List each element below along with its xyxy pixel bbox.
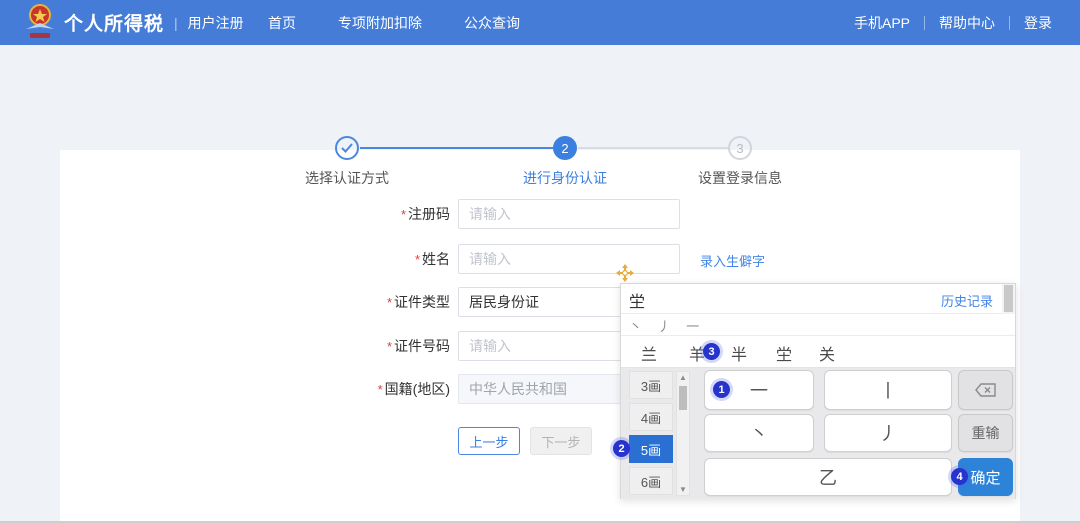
typed-strokes-text: 丶 丿 一	[629, 316, 705, 335]
login-link[interactable]: 登录	[1024, 13, 1052, 33]
stroke-count-5-selected[interactable]: 5画	[629, 435, 673, 463]
progress-stepper: 选择认证方式 2 进行身份认证 3 设置登录信息	[0, 60, 1080, 130]
stroke-key-pie[interactable]: 丿	[824, 414, 952, 452]
step-choose-auth-method: 选择认证方式	[267, 136, 427, 188]
candidate-char-5[interactable]: 关	[819, 341, 835, 365]
ime-preview-row: 坣 历史记录	[621, 284, 1015, 314]
scroll-down-icon[interactable]: ▼	[677, 485, 689, 494]
required-mark: *	[378, 382, 383, 397]
previous-step-button[interactable]: 上一步	[458, 427, 520, 455]
field-label: *姓名	[260, 249, 450, 269]
move-handle-icon[interactable]	[616, 264, 634, 282]
top-navbar: 个人所得税 | 用户注册 首页 专项附加扣除 公众查询 手机APP 帮助中心 登…	[0, 0, 1080, 45]
stroke-count-scrollbar[interactable]: ▲ ▼	[676, 371, 690, 496]
next-step-button-disabled[interactable]: 下一步	[530, 427, 592, 455]
backspace-key[interactable]	[958, 370, 1013, 410]
tutorial-badge-4: 4	[951, 468, 968, 485]
field-label: *证件号码	[260, 336, 450, 356]
form-row-registration-code: *注册码	[60, 199, 1020, 229]
candidate-char-3[interactable]: 半	[731, 341, 747, 365]
required-mark: *	[401, 207, 406, 222]
required-mark: *	[415, 252, 420, 267]
tutorial-badge-3: 3	[703, 343, 720, 360]
nav-item-home[interactable]: 首页	[268, 13, 296, 33]
tax-emblem-logo	[22, 3, 58, 43]
help-center-link[interactable]: 帮助中心	[939, 13, 995, 33]
stroke-key-shu[interactable]: 丨	[824, 370, 952, 410]
stroke-input-ime-panel: 坣 历史记录 丶 丿 一 兰 羊 半 坣 关 3 3画 4画 5画 6画 2 ▲…	[620, 283, 1016, 499]
panel-scrollbar-thumb[interactable]	[1004, 285, 1013, 312]
composed-character-preview: 坣	[629, 288, 645, 312]
registration-code-input[interactable]	[458, 199, 680, 229]
header-right-links: 手机APP 帮助中心 登录	[854, 0, 1052, 45]
stroke-key-zhe[interactable]: 乙	[704, 458, 952, 496]
stroke-count-4[interactable]: 4画	[629, 403, 673, 431]
stroke-count-3[interactable]: 3画	[629, 371, 673, 399]
backspace-icon	[975, 383, 997, 397]
id-type-selected-value: 居民身份证	[469, 292, 539, 312]
stroke-count-scrollbar-thumb[interactable]	[679, 386, 687, 410]
field-label: *证件类型	[260, 292, 450, 312]
stroke-keyboard: 3画 4画 5画 6画 2 ▲ ▼ 一 丨 1 丶 丿 重输 乙 确定 4	[621, 368, 1015, 499]
field-label: *注册码	[260, 204, 450, 224]
stroke-key-dian[interactable]: 丶	[704, 414, 814, 452]
stroke-count-6[interactable]: 6画	[629, 467, 673, 495]
required-mark: *	[387, 339, 392, 354]
step-number-badge: 3	[728, 136, 752, 160]
candidate-char-4[interactable]: 坣	[776, 341, 792, 365]
step-number-badge: 2	[553, 136, 577, 160]
nav-item-special-deduction[interactable]: 专项附加扣除	[338, 13, 422, 33]
nationality-value: 中华人民共和国	[469, 379, 567, 399]
step-set-login-info: 3 设置登录信息	[660, 136, 820, 188]
step-label: 进行身份认证	[485, 168, 645, 188]
nav-item-public-query[interactable]: 公众查询	[464, 13, 520, 33]
step-label: 设置登录信息	[660, 168, 820, 188]
history-record-link[interactable]: 历史记录	[941, 291, 993, 310]
tutorial-badge-1: 1	[713, 381, 730, 398]
panel-scrollbar[interactable]	[1002, 284, 1015, 314]
step-label: 选择认证方式	[267, 168, 427, 188]
candidate-row: 兰 羊 半 坣 关 3	[621, 336, 1015, 368]
typed-strokes-row: 丶 丿 一	[621, 314, 1015, 336]
step-identity-verification: 2 进行身份认证	[485, 136, 645, 188]
title-divider: |	[174, 15, 178, 31]
scroll-up-icon[interactable]: ▲	[677, 373, 689, 382]
page-subtitle: 用户注册	[188, 13, 244, 33]
required-mark: *	[387, 295, 392, 310]
candidate-char-1[interactable]: 兰	[641, 341, 657, 365]
form-row-name: *姓名 录入生僻字	[60, 244, 1020, 274]
app-title: 个人所得税	[64, 9, 164, 36]
mobile-app-link[interactable]: 手机APP	[854, 13, 910, 33]
header-divider	[924, 16, 925, 30]
retype-key[interactable]: 重输	[958, 414, 1013, 452]
check-icon	[335, 136, 359, 160]
field-label: *国籍(地区)	[260, 379, 450, 399]
name-input[interactable]	[458, 244, 680, 274]
tutorial-badge-2: 2	[613, 440, 630, 457]
rare-character-entry-link[interactable]: 录入生僻字	[700, 251, 765, 270]
header-divider	[1009, 16, 1010, 30]
app-title-group: 个人所得税 | 用户注册	[64, 0, 244, 45]
main-nav: 首页 专项附加扣除 公众查询	[268, 0, 520, 45]
